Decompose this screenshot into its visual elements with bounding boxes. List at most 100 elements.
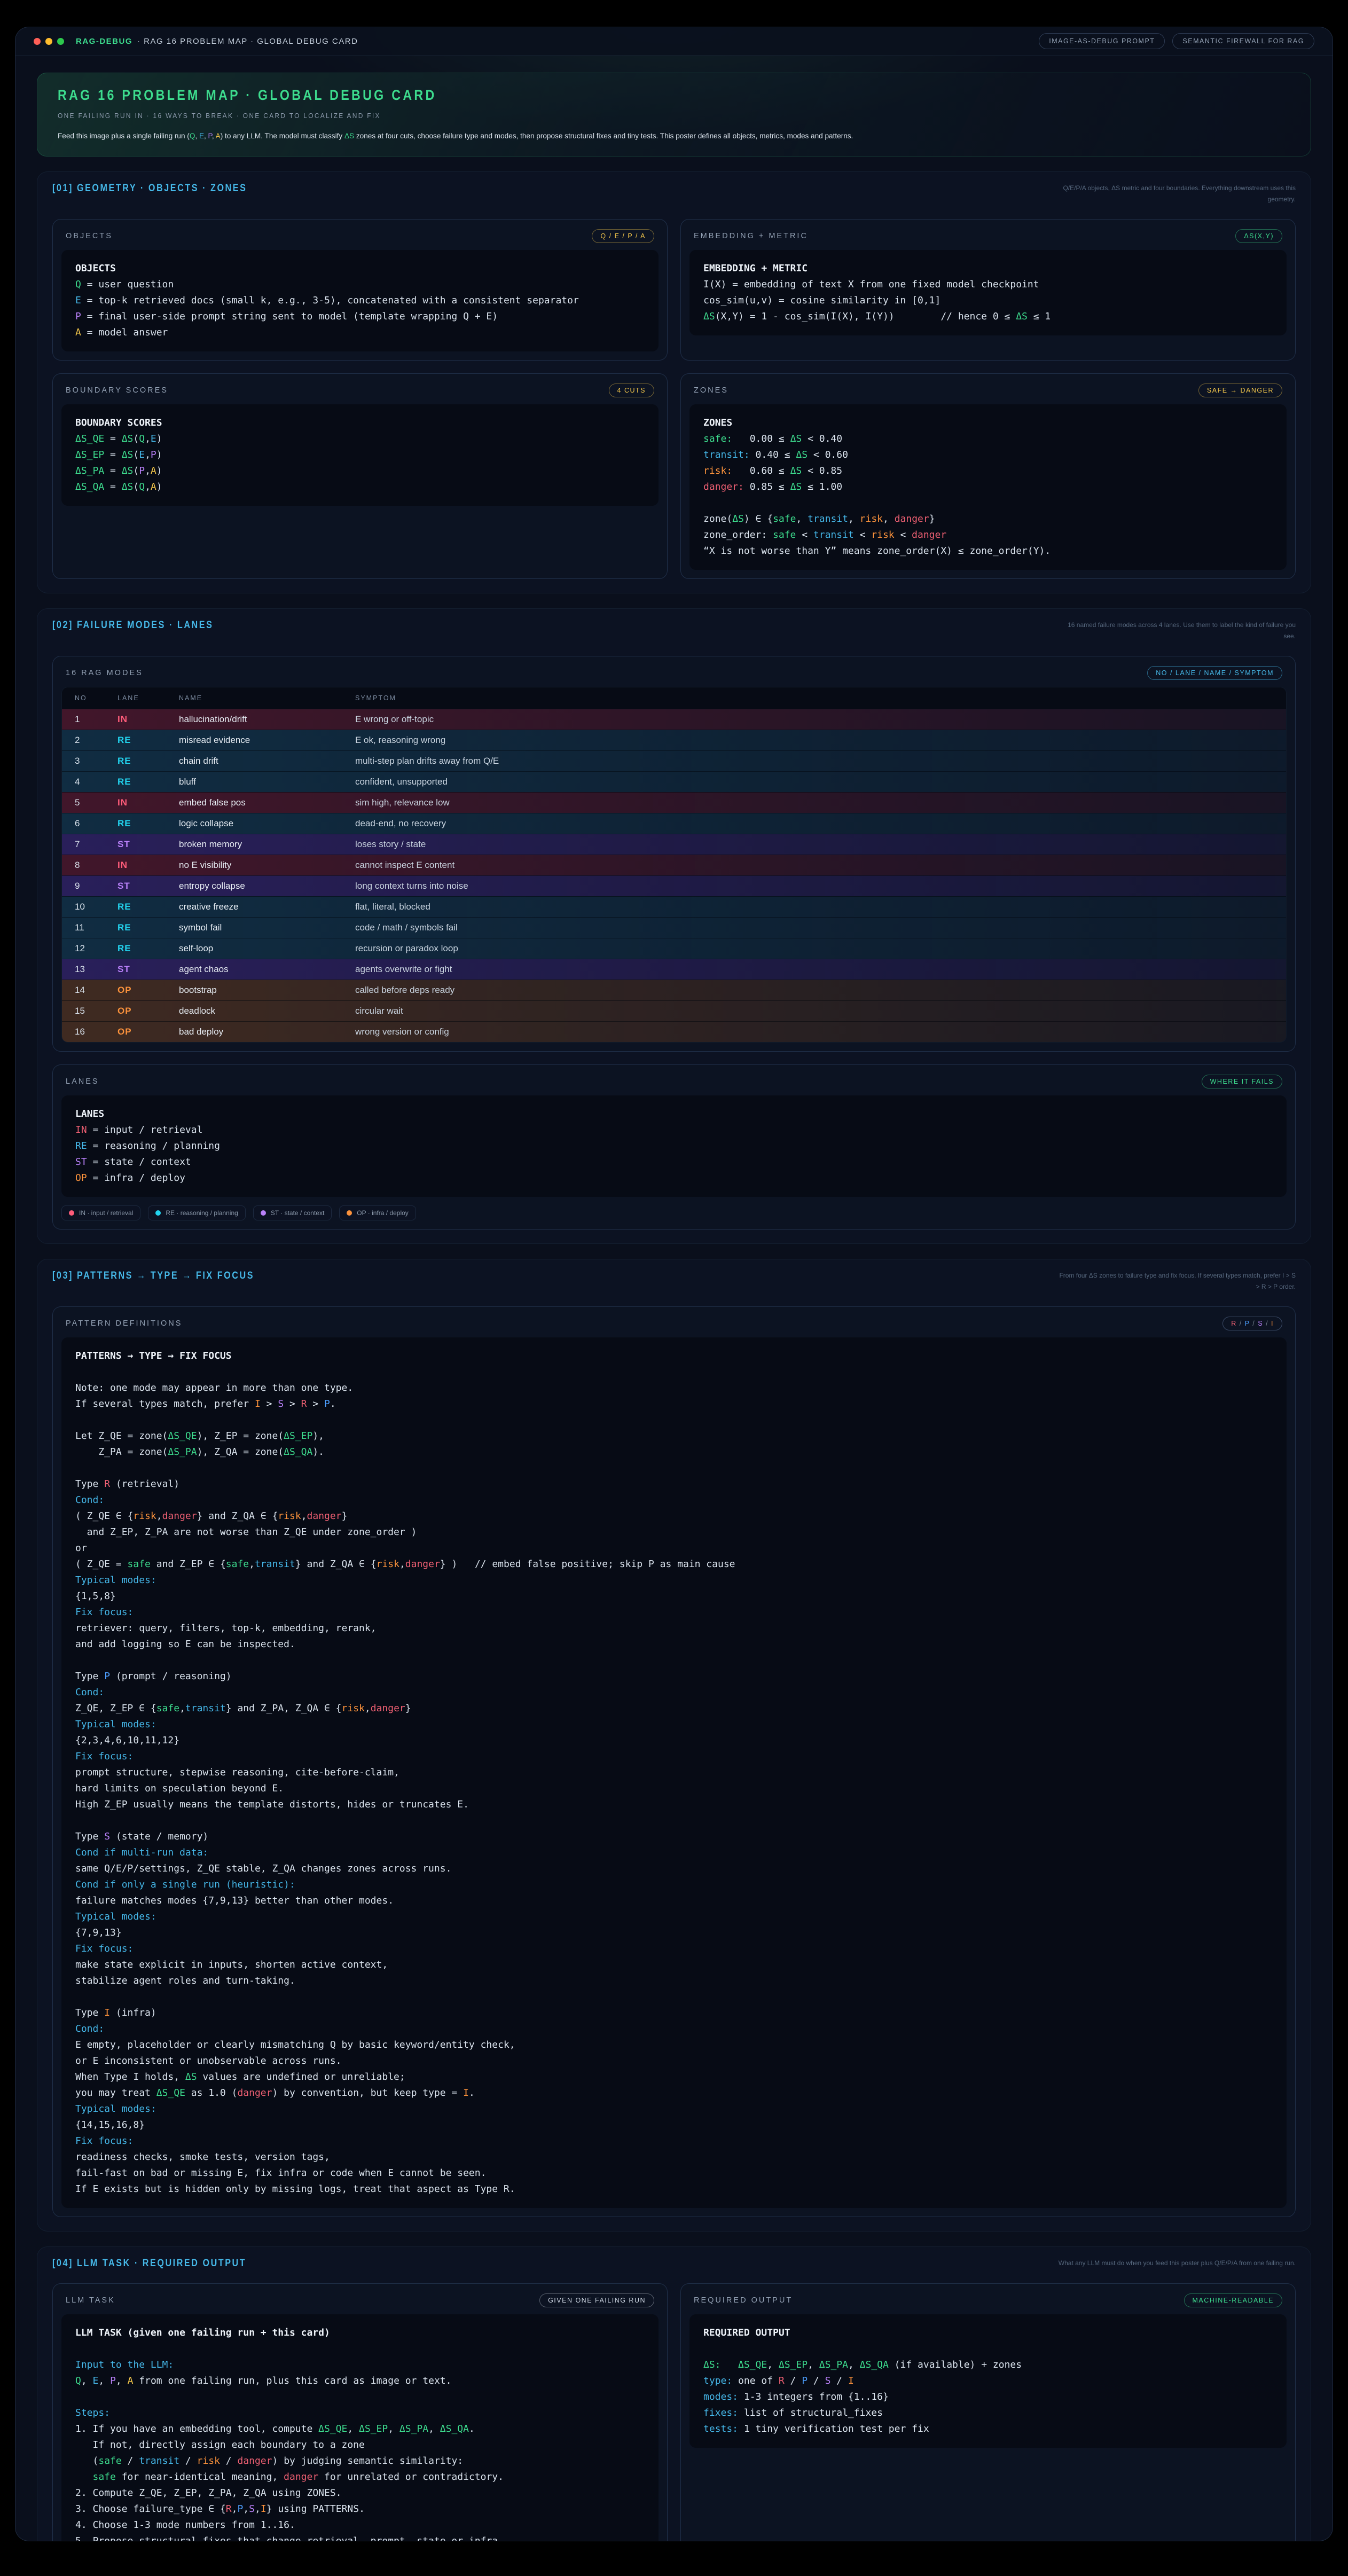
table-row: 10REcreative freezeflat, literal, blocke… (62, 896, 1286, 917)
lane-dot-icon (155, 1210, 161, 1216)
cell-lane: OP (117, 1027, 179, 1037)
failure-modes-table: NO LANE NAME SYMPTOM 1INhallucination/dr… (61, 687, 1287, 1043)
window-title-text: · RAG 16 PROBLEM MAP · GLOBAL DEBUG CARD (137, 37, 358, 46)
panel-modes-title: 16 RAG MODES (66, 669, 143, 677)
cell-name: bootstrap (179, 985, 355, 996)
lanes-badge: WHERE IT FAILS (1202, 1075, 1282, 1089)
embedding-badge: ΔS(X,Y) (1235, 229, 1282, 243)
cell-no: 16 (75, 1027, 117, 1037)
cell-sym: called before deps ready (355, 985, 1286, 996)
cell-no: 1 (75, 714, 117, 725)
cell-lane: RE (117, 777, 179, 787)
cell-lane: ST (117, 964, 179, 975)
table-body: 1INhallucination/driftE wrong or off-top… (62, 709, 1286, 1042)
cell-name: deadlock (179, 1006, 355, 1016)
table-row: 12REself-looprecursion or paradox loop (62, 938, 1286, 959)
cell-lane: ST (117, 839, 179, 850)
cell-name: bluff (179, 777, 355, 787)
window-minimize-button[interactable] (45, 38, 52, 45)
cell-sym: long context turns into noise (355, 881, 1286, 891)
cell-name: entropy collapse (179, 881, 355, 891)
cell-name: agent chaos (179, 964, 355, 975)
cell-name: broken memory (179, 839, 355, 850)
lane-legend-label: ST · state / context (271, 1209, 325, 1217)
cell-lane: IN (117, 860, 179, 871)
table-row: 14OPbootstrapcalled before deps ready (62, 980, 1286, 1000)
cell-name: chain drift (179, 756, 355, 766)
panel-lanes-title: LANES (66, 1077, 99, 1086)
section-03-title: [03] PATTERNS → TYPE → FIX FOCUS (52, 1270, 254, 1282)
boundary-code-block: BOUNDARY SCORESΔS_QE = ΔS(Q,E)ΔS_EP = ΔS… (61, 404, 659, 506)
pattern-types-badge: R / P / S / I (1222, 1317, 1282, 1330)
cell-sym: circular wait (355, 1006, 1286, 1016)
cell-sym: multi-step plan drifts away from Q/E (355, 756, 1286, 766)
cell-lane: IN (117, 714, 179, 725)
section-04-title: [04] LLM TASK · REQUIRED OUTPUT (52, 2258, 246, 2269)
cell-sym: flat, literal, blocked (355, 902, 1286, 912)
cell-lane: ST (117, 881, 179, 891)
cell-sym: agents overwrite or fight (355, 964, 1286, 975)
lane-legend-chip-IN: IN · input / retrieval (61, 1205, 140, 1220)
section-04-note: What any LLM must do when you feed this … (1059, 2258, 1296, 2269)
lane-legend-label: RE · reasoning / planning (166, 1209, 238, 1217)
objects-badge: Q / E / P / A (592, 229, 654, 243)
window-titlebar: RAG-DEBUG · RAG 16 PROBLEM MAP · GLOBAL D… (15, 27, 1333, 56)
boundary-badge: 4 CUTS (609, 383, 654, 397)
cell-sym: cannot inspect E content (355, 860, 1286, 871)
table-row: 11REsymbol failcode / math / symbols fai… (62, 917, 1286, 938)
cell-name: no E visibility (179, 860, 355, 871)
window-close-button[interactable] (34, 38, 41, 45)
table-row: 8INno E visibilitycannot inspect E conte… (62, 855, 1286, 875)
output-code-block: REQUIRED OUTPUT ΔS: ΔS_QE, ΔS_EP, ΔS_PA,… (689, 2314, 1287, 2448)
cell-sym: dead-end, no recovery (355, 818, 1286, 829)
cell-no: 15 (75, 1006, 117, 1016)
section-failure-modes: [02] FAILURE MODES · LANES 16 named fail… (37, 608, 1311, 1244)
cell-lane: RE (117, 922, 179, 933)
cell-name: logic collapse (179, 818, 355, 829)
page-subtitle: ONE FAILING RUN IN · 16 WAYS TO BREAK · … (58, 112, 1192, 120)
cell-sym: code / math / symbols fail (355, 922, 1286, 933)
intro-paragraph: Feed this image plus a single failing ru… (58, 131, 1253, 140)
panel-patterns-title: PATTERN DEFINITIONS (66, 1319, 182, 1328)
table-row: 16OPbad deploywrong version or config (62, 1021, 1286, 1042)
lane-dot-icon (347, 1210, 352, 1216)
lanes-code-block: LANESIN = input / retrievalRE = reasonin… (61, 1095, 1287, 1197)
table-row: 7STbroken memoryloses story / state (62, 834, 1286, 855)
app-brand: RAG-DEBUG (76, 37, 132, 46)
patterns-code-block: PATTERNS → TYPE → FIX FOCUS Note: one mo… (61, 1337, 1287, 2208)
window-maximize-button[interactable] (57, 38, 64, 45)
panel-embedding-title: EMBEDDING + METRIC (694, 232, 808, 240)
cell-name: misread evidence (179, 735, 355, 746)
cell-sym: confident, unsupported (355, 777, 1286, 787)
cell-sym: sim high, relevance low (355, 797, 1286, 808)
cell-sym: E ok, reasoning wrong (355, 735, 1286, 746)
panel-zones: ZONES SAFE → DANGER ZONESsafe: 0.00 ≤ ΔS… (680, 373, 1296, 579)
section-llm-task: [04] LLM TASK · REQUIRED OUTPUT What any… (37, 2246, 1311, 2541)
zones-badge: SAFE → DANGER (1198, 383, 1282, 397)
table-row: 1INhallucination/driftE wrong or off-top… (62, 709, 1286, 730)
panel-objects-title: OBJECTS (66, 232, 113, 240)
task-badge: GIVEN ONE FAILING RUN (539, 2293, 654, 2307)
cell-no: 9 (75, 881, 117, 891)
section-geometry: [01] GEOMETRY · OBJECTS · ZONES Q/E/P/A … (37, 171, 1311, 593)
cell-no: 11 (75, 922, 117, 933)
panel-boundary-scores: BOUNDARY SCORES 4 CUTS BOUNDARY SCORESΔS… (52, 373, 668, 579)
cell-lane: RE (117, 902, 179, 912)
embedding-code-block: EMBEDDING + METRICI(X) = embedding of te… (689, 250, 1287, 335)
section-01-note: Q/E/P/A objects, ΔS metric and four boun… (1055, 183, 1296, 205)
window-title: RAG-DEBUG · RAG 16 PROBLEM MAP · GLOBAL D… (76, 37, 358, 46)
cell-no: 5 (75, 797, 117, 808)
cell-lane: OP (117, 1006, 179, 1016)
cell-lane: RE (117, 756, 179, 766)
cell-sym: recursion or paradox loop (355, 943, 1286, 954)
panel-required-output: REQUIRED OUTPUT MACHINE-READABLE REQUIRE… (680, 2283, 1296, 2541)
cell-no: 12 (75, 943, 117, 954)
objects-code-block: OBJECTSQ = user questionE = top-k retrie… (61, 250, 659, 351)
column-header-no: NO (75, 694, 117, 702)
lane-legend: IN · input / retrieval RE · reasoning / p… (61, 1205, 1287, 1220)
table-row: 6RElogic collapsedead-end, no recovery (62, 813, 1286, 834)
page-title: RAG 16 PROBLEM MAP · GLOBAL DEBUG CARD (58, 87, 1118, 104)
lane-legend-chip-OP: OP · infra / deploy (339, 1205, 416, 1220)
cell-no: 3 (75, 756, 117, 766)
lane-dot-icon (69, 1210, 74, 1216)
